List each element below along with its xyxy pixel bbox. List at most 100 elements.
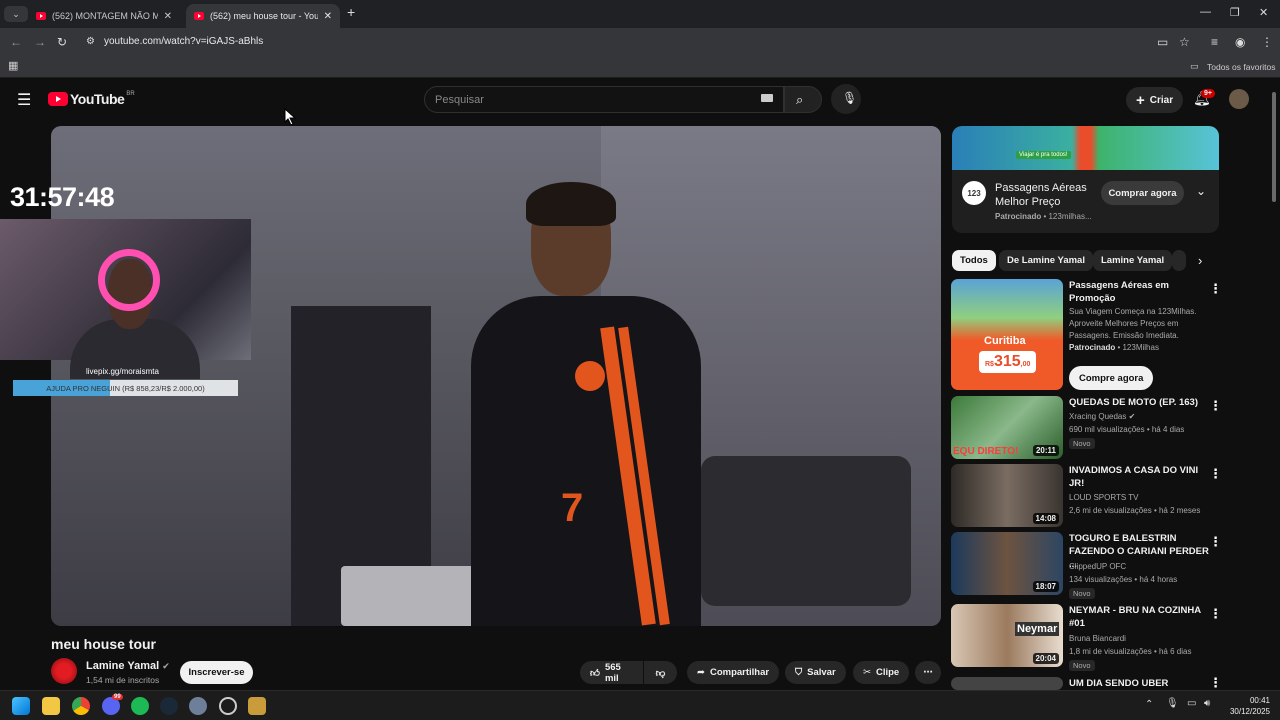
video-thumbnail[interactable]: Neymar 20:04 (951, 604, 1063, 667)
tab-montagem[interactable]: (562) MONTAGEM NÃO ME CH... ✕ (28, 4, 180, 28)
tab-title: (562) MONTAGEM NÃO ME CH... (52, 11, 158, 21)
steam-icon[interactable] (160, 697, 178, 715)
tab-title: (562) meu house tour - YouTube (210, 11, 318, 21)
apps-grid-icon[interactable]: ▦ (8, 59, 18, 72)
subscribe-button[interactable]: Inscrever-se (180, 661, 253, 684)
logo-text: YouTube (70, 91, 125, 107)
rec-stats: 690 mil visualizações • há 4 dias (1069, 425, 1185, 434)
all-bookmarks-link[interactable]: Todos os favoritos (1207, 62, 1276, 72)
browser-tab-bar: ⌄ (562) MONTAGEM NÃO ME CH... ✕ (562) me… (0, 0, 1280, 28)
subscriber-count: 1,54 mi de inscritos (86, 675, 160, 685)
chip-todos[interactable]: Todos (952, 250, 996, 271)
ad-banner-image[interactable]: Viajar é pra todos! (952, 126, 1219, 170)
dislike-button[interactable]: 👎︎ (644, 661, 677, 684)
app-icon[interactable] (219, 697, 237, 715)
more-vert-icon[interactable]: ⋮ (1209, 398, 1222, 414)
restore-icon[interactable]: ❐ (1230, 6, 1240, 19)
rec-title: Passagens Aéreas em Promoção (1069, 280, 1169, 304)
tab-house-tour[interactable]: (562) meu house tour - YouTube ✕ (186, 4, 340, 28)
chip-de-lamine-yamal[interactable]: De Lamine Yamal (999, 250, 1093, 271)
more-actions-button[interactable]: ⋯ (915, 661, 941, 684)
video-thumbnail[interactable] (951, 677, 1063, 690)
reload-icon[interactable]: ↻ (57, 35, 67, 49)
rec-title: NEYMAR - BRU NA COZINHA #01 (1069, 605, 1201, 629)
windows-start-icon[interactable] (12, 697, 30, 715)
save-button[interactable]: ⛉ Salvar (785, 661, 846, 684)
settings-icon[interactable] (189, 697, 207, 715)
more-vert-icon[interactable]: ⋮ (1209, 466, 1222, 482)
minimize-icon[interactable]: — (1200, 6, 1211, 18)
star-icon[interactable]: ☆ (1179, 35, 1190, 49)
rec-sponsored: Patrocinado • 123Milhas (1069, 343, 1159, 352)
spotify-icon[interactable] (131, 697, 149, 715)
tray-chevron-icon[interactable]: ⌃ (1145, 699, 1153, 710)
verified-icon: ✔ (162, 661, 170, 671)
channel-avatar[interactable] (51, 658, 77, 684)
create-button[interactable]: + Criar (1126, 87, 1184, 113)
list-item[interactable]: EQU DIRETO! 20:11 QUEDAS DE MOTO (EP. 16… (951, 396, 1241, 459)
tab-search-button[interactable]: ⌄ (4, 6, 28, 22)
rec-channel: Xracing Quedas ✔ (1069, 412, 1136, 421)
mouse-cursor-icon (284, 108, 297, 126)
ad-cta-button[interactable]: Comprar agora (1101, 181, 1184, 205)
page-scrollbar[interactable] (1270, 82, 1278, 688)
more-vert-icon[interactable]: ⋮ (1209, 534, 1222, 550)
chip-lamine-yamal[interactable]: Lamine Yamal (1093, 250, 1173, 271)
chevron-right-icon[interactable]: › (1198, 253, 1202, 268)
more-vert-icon[interactable]: ⋮ (1209, 677, 1222, 690)
voice-search-button[interactable]: 🎙︎ (831, 84, 861, 114)
menu-icon[interactable]: ⋮ (1261, 35, 1273, 49)
rec-title: QUEDAS DE MOTO (EP. 163) (1069, 397, 1198, 408)
scrollbar-thumb[interactable] (1272, 92, 1276, 202)
channel-name[interactable]: Lamine Yamal ✔ (86, 660, 170, 672)
duration-badge: 20:04 (1032, 653, 1059, 664)
ad-thumbnail[interactable]: Curitiba R$315,00 (951, 279, 1063, 390)
close-icon[interactable]: ✕ (324, 11, 332, 22)
site-info-icon[interactable]: ⚙ (86, 36, 95, 47)
list-item[interactable]: 14:08 INVADIMOS A CASA DO VINI JR! LOUD … (951, 464, 1241, 527)
new-tab-button[interactable]: + (347, 4, 355, 20)
cast-icon[interactable]: ▭ (1157, 35, 1168, 49)
back-icon[interactable]: ← (10, 35, 22, 49)
youtube-header: ☰ YouTube BR Pesquisar ⌕ 🎙︎ + Criar 🔔︎ 9+ (0, 80, 1268, 120)
list-item[interactable]: 18:07 TOGURO E BALESTRIN FAZENDO O CARIA… (951, 532, 1241, 599)
video-thumbnail[interactable]: 14:08 (951, 464, 1063, 527)
list-item[interactable]: UM DIA SENDO UBER ⋮ (951, 677, 1241, 690)
chip-partial[interactable] (1172, 250, 1186, 271)
file-explorer-icon[interactable] (42, 697, 60, 715)
like-count: 565 mil (604, 661, 621, 684)
list-item[interactable]: Curitiba R$315,00 Passagens Aéreas em Pr… (951, 279, 1241, 391)
rec-cta-button[interactable]: Compre agora (1069, 366, 1154, 390)
network-icon[interactable]: ▭ (1187, 698, 1196, 709)
ad-title[interactable]: Passagens Aéreas Melhor Preço (995, 181, 1095, 209)
youtube-logo[interactable]: YouTube BR (48, 91, 135, 107)
list-item[interactable]: Neymar 20:04 NEYMAR - BRU NA COZINHA #01… (951, 604, 1241, 671)
hamburger-menu-icon[interactable]: ☰ (17, 90, 31, 110)
duration-badge: 14:08 (1032, 513, 1059, 524)
media-icon[interactable]: ≡ (1211, 35, 1218, 49)
search-input[interactable]: Pesquisar (424, 86, 784, 113)
forward-icon[interactable]: → (34, 35, 46, 49)
folder-icon: ▭ (1190, 61, 1199, 71)
profile-icon[interactable]: ◉ (1235, 35, 1245, 49)
avatar[interactable] (1229, 89, 1249, 109)
more-vert-icon[interactable]: ⋮ (1209, 606, 1222, 622)
like-button[interactable]: 👍︎ 565 mil (580, 661, 643, 684)
search-button[interactable]: ⌕ (784, 86, 822, 113)
volume-icon[interactable]: 🔊︎ (1204, 698, 1210, 709)
more-vert-icon[interactable]: ⋮ (1209, 281, 1222, 297)
video-thumbnail[interactable]: 18:07 (951, 532, 1063, 595)
video-thumbnail[interactable]: EQU DIRETO! 20:11 (951, 396, 1063, 459)
mic-tray-icon[interactable]: 🎙︎ (1166, 698, 1179, 709)
keyboard-icon[interactable] (761, 94, 773, 102)
close-window-icon[interactable]: ✕ (1259, 6, 1268, 19)
chevron-down-icon[interactable]: ⌄ (1196, 184, 1206, 198)
rec-stats: 2,6 mi de visualizações • há 2 meses (1069, 506, 1201, 515)
clip-button[interactable]: ✂ Clipe (853, 661, 910, 684)
game-launcher-icon[interactable] (248, 697, 266, 715)
share-button[interactable]: ➦ Compartilhar (687, 661, 780, 684)
url-field[interactable]: youtube.com/watch?v=iGAJS-aBhls (104, 36, 263, 47)
chrome-icon[interactable] (72, 697, 90, 715)
system-clock[interactable]: 00:41 30/12/2025 (1230, 695, 1270, 717)
close-icon[interactable]: ✕ (164, 11, 172, 22)
